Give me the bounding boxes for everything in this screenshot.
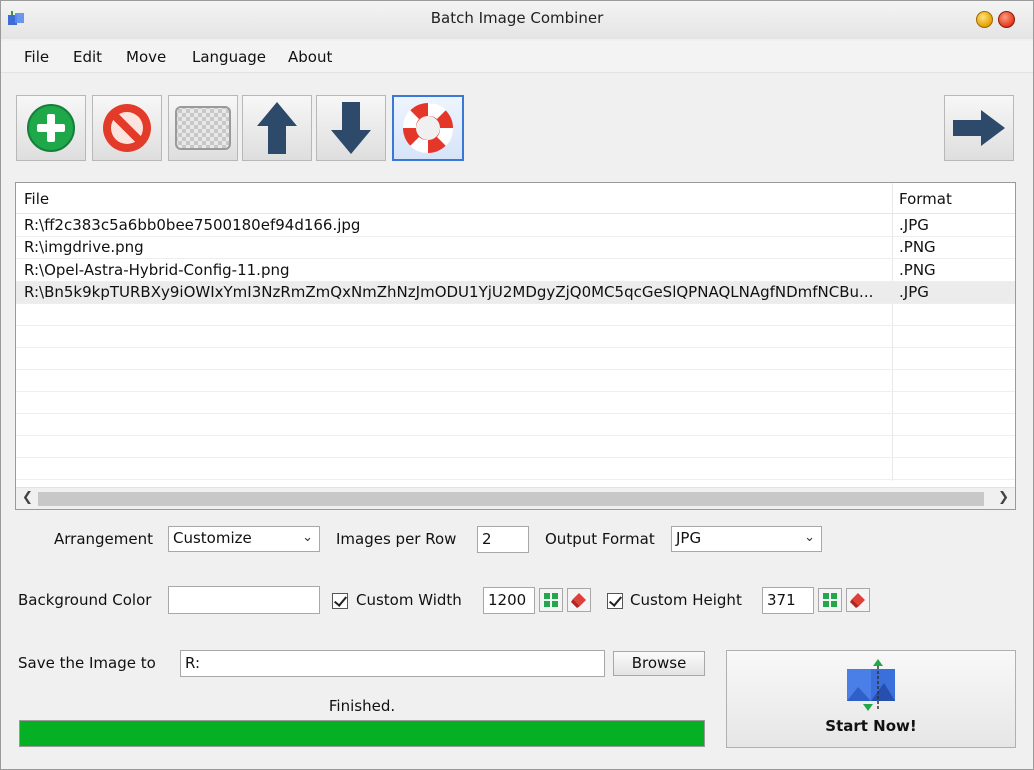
file-cell: R:\Bn5k9kpTURBXy9iOWIxYmI3NzRmZmQxNmZhNz… [24,283,874,301]
format-cell: .PNG [899,238,936,256]
table-row-selected[interactable]: R:\Bn5k9kpTURBXy9iOWIxYmI3NzRmZmQxNmZhNz… [16,282,1015,304]
remove-button[interactable] [92,95,162,161]
background-color-label: Background Color [18,591,152,609]
arrangement-select[interactable]: Customize ⌄ [168,526,320,552]
status-text: Finished. [328,697,396,715]
progress-fill [20,721,704,746]
format-cell: .PNG [899,261,936,279]
move-down-button[interactable] [316,95,386,161]
arrangement-value: Customize [173,529,252,547]
custom-width-input[interactable]: 1200 [483,587,535,614]
move-down-icon [331,102,371,154]
combine-icon [847,659,895,711]
menu-edit[interactable]: Edit [73,48,102,66]
menu-about[interactable]: About [288,48,332,66]
empty-row [16,414,1015,436]
app-window: Batch Image Combiner File Edit Move Lang… [0,0,1034,770]
empty-row [16,458,1015,480]
custom-height-checkbox[interactable] [607,593,623,609]
add-icon [27,104,75,152]
scroll-left-icon[interactable]: ❮ [22,490,33,505]
column-file[interactable]: File [24,190,49,208]
window-title: Batch Image Combiner [430,9,604,27]
empty-row [16,348,1015,370]
browse-button[interactable]: Browse [613,651,705,676]
height-reset-button[interactable] [846,588,870,612]
save-path-input[interactable]: R: [180,650,605,677]
grid-icon [823,593,837,607]
close-button[interactable] [998,11,1015,28]
next-icon [953,110,1005,146]
menu-language[interactable]: Language [192,48,266,66]
empty-row [16,370,1015,392]
width-reset-button[interactable] [567,588,591,612]
title-bar: Batch Image Combiner [1,1,1033,39]
empty-row [16,436,1015,458]
file-list[interactable]: File Format R:\ff2c383c5a6bb0bee7500180e… [15,182,1016,510]
background-color-swatch[interactable] [168,586,320,614]
save-location-label: Save the Image to [18,654,156,672]
file-list-header: File Format [16,183,1015,214]
move-up-button[interactable] [242,95,312,161]
grid-icon [544,593,558,607]
empty-row [16,304,1015,326]
table-row[interactable]: R:\Opel-Astra-Hybrid-Config-11.png .PNG [16,260,1015,282]
minimize-button[interactable] [976,11,993,28]
custom-height-label: Custom Height [630,591,742,609]
file-cell: R:\imgdrive.png [24,238,144,256]
scrollbar-thumb[interactable] [38,492,984,506]
menu-move[interactable]: Move [126,48,166,66]
table-row[interactable]: R:\ff2c383c5a6bb0bee7500180ef94d166.jpg … [16,215,1015,237]
start-button[interactable]: Start Now! [726,650,1016,748]
output-format-select[interactable]: JPG ⌄ [671,526,822,552]
scroll-right-icon[interactable]: ❯ [998,490,1009,505]
clear-button[interactable] [168,95,238,161]
arrangement-label: Arrangement [54,530,154,548]
eraser-icon [571,593,586,608]
chevron-down-icon: ⌄ [804,530,815,545]
start-label: Start Now! [825,717,917,735]
empty-row [16,326,1015,348]
move-up-icon [257,102,297,154]
custom-width-label: Custom Width [356,591,462,609]
width-grid-button[interactable] [539,588,563,612]
empty-row [16,392,1015,414]
images-per-row-label: Images per Row [336,530,457,548]
add-button[interactable] [16,95,86,161]
clear-icon [175,106,231,150]
remove-icon [103,104,151,152]
menu-bar: File Edit Move Language About [1,41,1033,73]
output-format-label: Output Format [545,530,655,548]
height-grid-button[interactable] [818,588,842,612]
file-cell: R:\ff2c383c5a6bb0bee7500180ef94d166.jpg [24,216,361,234]
column-format[interactable]: Format [899,190,952,208]
horizontal-scrollbar[interactable]: ❮ ❯ [16,487,1015,509]
help-button[interactable] [392,95,464,161]
table-row[interactable]: R:\imgdrive.png .PNG [16,237,1015,259]
custom-height-input[interactable]: 371 [762,587,814,614]
progress-bar [19,720,705,747]
next-button[interactable] [944,95,1014,161]
help-icon [402,102,454,154]
images-per-row-input[interactable]: 2 [477,526,529,553]
chevron-down-icon: ⌄ [302,530,313,545]
custom-width-checkbox[interactable] [332,593,348,609]
menu-file[interactable]: File [24,48,49,66]
format-cell: .JPG [899,283,929,301]
eraser-icon [850,593,865,608]
file-cell: R:\Opel-Astra-Hybrid-Config-11.png [24,261,290,279]
format-cell: .JPG [899,216,929,234]
output-format-value: JPG [676,529,702,547]
